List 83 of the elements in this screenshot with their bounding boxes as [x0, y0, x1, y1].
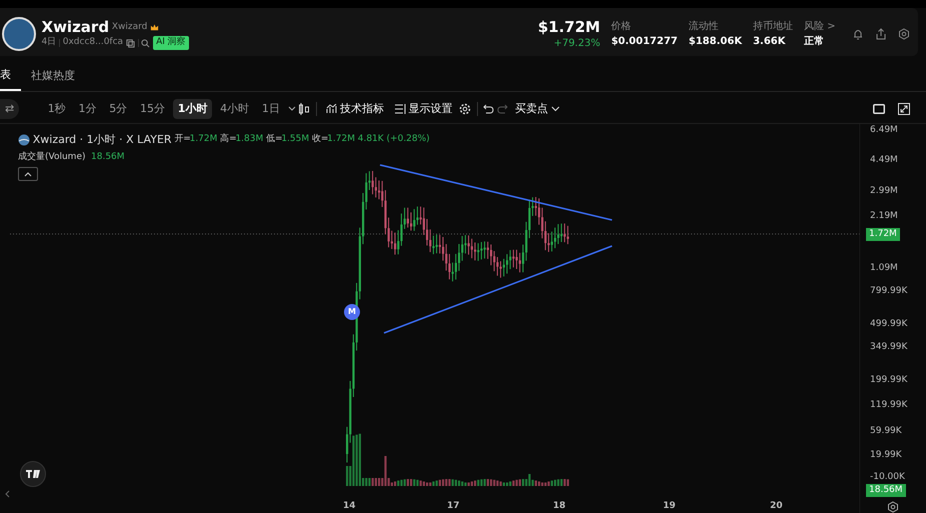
ohlc-label: 开=	[174, 133, 191, 146]
undo-icon[interactable]	[483, 104, 494, 114]
crown-icon	[150, 22, 160, 32]
window-icon[interactable]	[873, 104, 886, 114]
price-change: +79.23%	[552, 36, 600, 50]
ohlc-label: 低=	[266, 133, 283, 146]
token-symbol: Xwizard	[112, 20, 148, 34]
price-change: 4.81K (+0.28%)	[358, 133, 430, 146]
chart-title: Xwizard · 1小时 · X LAYER	[32, 132, 172, 148]
share-icon[interactable]	[875, 28, 887, 40]
ai-insight-badge[interactable]: AI 洞察	[153, 36, 189, 50]
interval-button[interactable]: 1小时	[172, 98, 212, 119]
chart-indicator-icon	[326, 104, 338, 114]
indicators-button[interactable]: 技术指标	[322, 98, 388, 119]
stat-value: $0.0017277	[611, 35, 678, 49]
price-axis-label: 119.99K	[870, 398, 908, 412]
token-address: 0xdcc8...0fca	[62, 36, 124, 50]
trend-line[interactable]	[384, 245, 612, 334]
stat-label: 价格	[611, 20, 632, 34]
ohlc-value: 1.83M	[235, 133, 264, 146]
time-axis-label: 20	[770, 500, 783, 513]
candlestick-icon[interactable]	[298, 102, 310, 115]
ohlc-value: 1.72M	[327, 133, 355, 146]
time-axis-label: 18	[553, 500, 566, 513]
price-axis-label: 19.99K	[870, 448, 902, 462]
price-axis-label: 2.19M	[870, 210, 898, 223]
price-axis-label: 4.49M	[870, 154, 898, 167]
volume-label: 成交量(Volume)	[18, 151, 86, 164]
volume-tag: 18.56M	[866, 484, 906, 498]
interval-button[interactable]: 4小时	[215, 98, 254, 119]
price-axis-label: 499.99K	[870, 318, 908, 331]
ohlc-label: 高=	[220, 133, 237, 146]
price-axis-label: 799.99K	[870, 284, 908, 298]
time-axis-label: 17	[447, 500, 460, 513]
settings-icon[interactable]	[887, 500, 899, 513]
search-icon[interactable]	[141, 38, 150, 48]
current-price-tag: 1.72M	[866, 228, 900, 242]
token-name: Xwizard	[42, 18, 110, 36]
time-axis-label: 19	[663, 500, 676, 513]
ohlc-value: 1.55M	[281, 133, 310, 146]
trade-points-dropdown[interactable]: 买卖点	[510, 98, 564, 119]
interval-button[interactable]: 1分	[73, 98, 102, 119]
copy-icon[interactable]	[126, 38, 135, 48]
interval-button[interactable]: 5分	[104, 98, 132, 119]
stat-label: 持币地址	[752, 20, 793, 34]
price-axis-label: 1.09M	[870, 262, 898, 275]
stat-value: 3.66K	[752, 35, 786, 49]
interval-button[interactable]: 15分	[134, 98, 170, 119]
stat-value: 正常	[804, 34, 825, 49]
trend-line[interactable]	[380, 164, 612, 221]
token-avatar	[2, 17, 36, 51]
price-axis-label: 6.49M	[870, 124, 898, 137]
tab[interactable]: 表	[0, 62, 21, 91]
price-axis-label: 199.99K	[870, 374, 908, 387]
stat-label: 流动性	[688, 20, 720, 34]
tradingview-logo-icon[interactable]	[20, 460, 46, 487]
token-logo-icon	[18, 134, 30, 146]
interval-button[interactable]: 1日	[256, 98, 285, 119]
tab[interactable]: 社媒热度	[21, 62, 85, 91]
price-axis-label: 59.99K	[870, 424, 902, 438]
chart-type-toggle[interactable]: ⇄	[0, 98, 20, 119]
stat-value: $188.06K	[688, 35, 742, 49]
volume-value: 18.56M	[91, 151, 125, 164]
bell-icon[interactable]	[852, 28, 864, 40]
stat-label: 风险 >	[804, 20, 836, 34]
display-settings-button[interactable]: 显示设置	[390, 98, 457, 119]
price-axis-label: -10.00K	[870, 470, 905, 484]
price-axis-label: 2.99M	[870, 184, 898, 198]
caret-icon	[550, 106, 560, 112]
ohlc-value: 1.72M	[190, 133, 218, 146]
collapse-button[interactable]	[18, 167, 38, 182]
token-age: 4日	[42, 36, 56, 50]
list-icon	[394, 104, 406, 114]
chevron-up-icon	[24, 172, 32, 177]
marker-badge[interactable]: M	[344, 304, 360, 320]
ohlc-label: 收=	[312, 133, 328, 146]
market-cap: $1.72M	[538, 18, 600, 36]
interval-button[interactable]: 1秒	[42, 98, 71, 119]
caret-icon[interactable]	[288, 106, 296, 112]
chevron-left-icon[interactable]	[4, 490, 10, 498]
time-axis-label: 14	[343, 500, 356, 513]
price-axis-label: 349.99K	[870, 340, 908, 354]
fullscreen-icon[interactable]	[898, 102, 910, 115]
